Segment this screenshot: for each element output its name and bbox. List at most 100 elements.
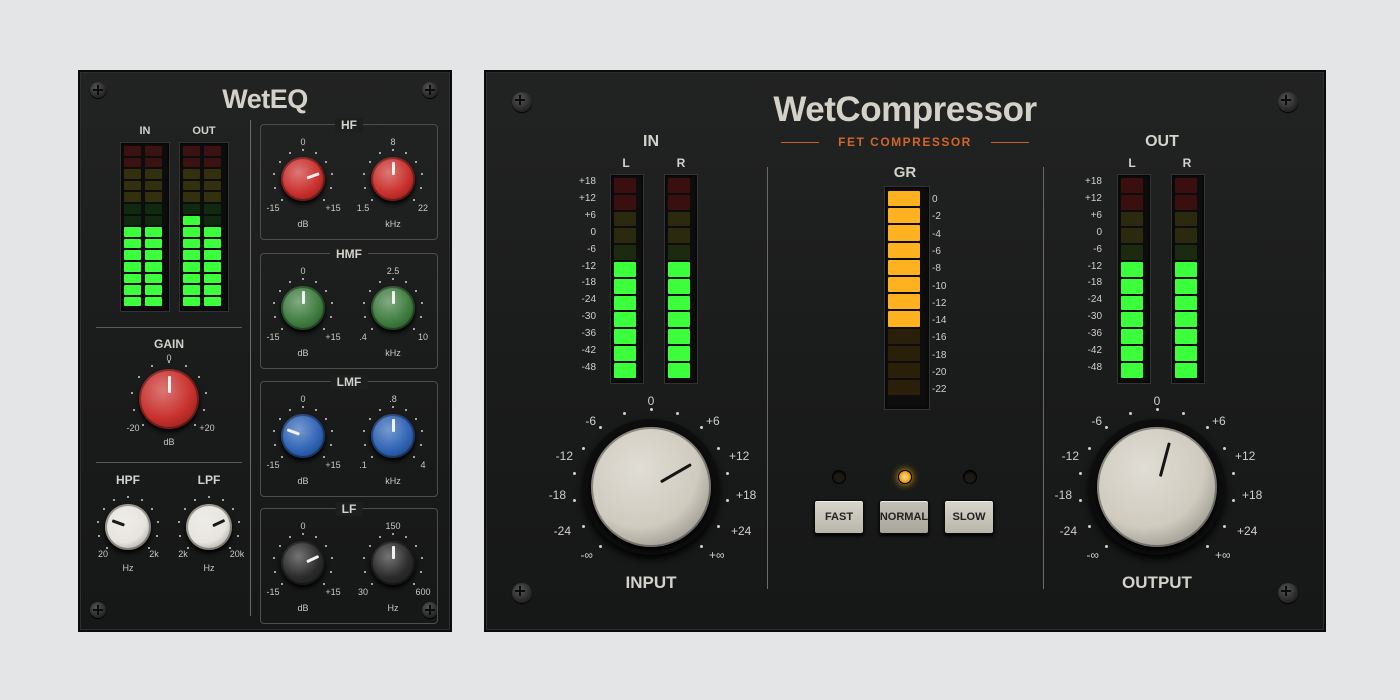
scale-label: -12 (1087, 260, 1102, 272)
meter-led (1121, 278, 1143, 294)
lpf-scale-max: 20k (229, 549, 245, 559)
meter-led (888, 380, 920, 396)
output-knob[interactable] (1097, 427, 1217, 547)
band-gain-scale-max: +15 (325, 460, 341, 470)
meter-led (1175, 329, 1197, 344)
band-freq-scale-min: .4 (359, 332, 367, 342)
hpf-knob[interactable] (105, 504, 151, 550)
scale-dot (113, 499, 116, 502)
knob-scale-label: -6 (1091, 414, 1102, 428)
scale-dot (329, 570, 332, 573)
scale-dot (156, 521, 159, 524)
meter-led (1175, 312, 1197, 328)
meter-led (888, 362, 920, 379)
meter-led (124, 285, 141, 295)
meter-led (183, 169, 200, 179)
meter-led (888, 276, 920, 293)
band-gain-knob[interactable] (281, 541, 325, 585)
band-freq-scale-top: 150 (385, 521, 401, 531)
band-gain-scale-min: -15 (266, 332, 280, 342)
scale-dot (1087, 446, 1091, 450)
eq-out-label: OUT (192, 125, 216, 137)
band-gain-knob[interactable] (281, 414, 325, 458)
scale-label: -10 (932, 280, 947, 292)
fast-button[interactable]: FAST (814, 500, 864, 534)
in-right-meter (664, 174, 698, 384)
knob-scale-label: -18 (548, 488, 566, 502)
meter-led (1121, 345, 1143, 361)
knob-scale-label: +18 (1242, 488, 1263, 502)
scale-dot (278, 160, 281, 163)
gain-knob[interactable] (139, 369, 199, 429)
meter-led (614, 178, 636, 193)
scale-dot (186, 547, 189, 550)
band-freq-scale-max: 4 (420, 460, 426, 470)
meter-led (124, 261, 141, 272)
meter-led (668, 278, 690, 294)
band-freq-scale-min: 1.5 (356, 203, 370, 213)
meter-led (145, 157, 162, 168)
scale-dot (1105, 545, 1109, 549)
meter-led (888, 208, 920, 224)
screw-icon (512, 92, 532, 112)
band-title: LF (335, 502, 363, 516)
scale-label: -12 (581, 260, 596, 272)
knob-scale-label: -18 (1054, 488, 1072, 502)
scale-label: +6 (1090, 209, 1102, 221)
scale-dot (288, 281, 291, 284)
band-gain-scale-min: -15 (266, 587, 280, 597)
meter-led (614, 345, 636, 361)
scale-dot (1223, 524, 1227, 528)
band-gain-scale-top: 0 (300, 521, 306, 531)
scale-dot (378, 536, 381, 539)
output-label: OUTPUT (1122, 573, 1192, 592)
band-freq-knob[interactable] (371, 286, 415, 330)
meter-led (1121, 329, 1143, 344)
knob-scale-label: +∞ (709, 548, 725, 562)
slow-button[interactable]: SLOW (944, 500, 994, 534)
band-freq-knob[interactable] (371, 414, 415, 458)
meter-led (668, 362, 690, 378)
scale-label: +18 (579, 176, 596, 187)
meter-led (1121, 228, 1143, 244)
scale-dot (302, 406, 304, 408)
meter-led (183, 146, 200, 156)
knob-scale-label: +18 (736, 488, 757, 502)
meter-led (888, 328, 920, 344)
normal-indicator-lamp (898, 470, 912, 484)
meter-led (124, 238, 141, 249)
meter-led (204, 273, 221, 284)
scale-dot (178, 521, 181, 524)
scale-dot (197, 376, 200, 379)
scale-dot (419, 443, 422, 446)
lpf-knob[interactable] (186, 504, 232, 550)
scale-dot (179, 535, 182, 538)
hpf-unit: Hz (122, 563, 134, 573)
meter-led (124, 169, 141, 179)
meter-led (888, 225, 920, 241)
scale-dot (155, 535, 158, 538)
meter-led (668, 329, 690, 344)
band-gain-knob[interactable] (281, 157, 325, 201)
input-knob[interactable] (591, 427, 711, 547)
band-gain-knob[interactable] (281, 286, 325, 330)
scale-label: -18 (932, 349, 947, 361)
scale-dot (392, 406, 394, 408)
knob-scale-label: -24 (553, 524, 571, 538)
band-freq-knob[interactable] (371, 541, 415, 585)
band-freq-unit: Hz (387, 603, 399, 613)
scale-label: -24 (1087, 294, 1102, 306)
meter-led (1175, 295, 1197, 311)
meter-led (124, 192, 141, 202)
scale-dot (392, 149, 394, 151)
normal-button[interactable]: NORMAL (879, 500, 929, 534)
scale-dot (392, 533, 394, 535)
meter-led (204, 250, 221, 260)
meter-led (614, 194, 636, 210)
scale-dot (572, 499, 576, 503)
band-freq-unit: kHz (385, 476, 401, 486)
meter-led (1121, 211, 1143, 227)
scale-dot (581, 524, 585, 528)
band-freq-knob[interactable] (371, 157, 415, 201)
scale-dot (378, 409, 381, 412)
